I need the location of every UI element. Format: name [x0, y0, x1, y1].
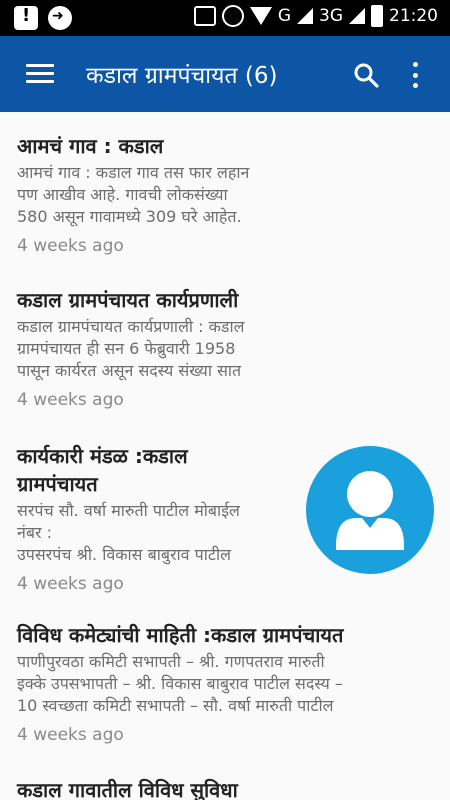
list-item[interactable]: कडाल ग्रामपंचायत कार्यप्रणाली कडाल ग्राम… [17, 286, 437, 410]
status-notifications [14, 5, 72, 30]
list-item[interactable]: आमचं गाव : कडाल आमचं गाव : कडाल गाव तस फ… [17, 132, 437, 256]
wifi-icon [249, 7, 272, 25]
post-title: कडाल ग्रामपंचायत कार्यप्रणाली [17, 288, 239, 312]
list-item[interactable]: विविध कमेट्यांची माहिती :कडाल ग्रामपंचाय… [17, 621, 447, 745]
post-title: विविध कमेट्यांची माहिती :कडाल ग्रामपंचाय… [17, 623, 344, 647]
list-item[interactable]: कडाल गावातील विविध सुविधा [17, 776, 437, 800]
status-indicators: G 3G 21:20 [193, 5, 438, 27]
post-excerpt: कडाल ग्रामपंचायत कार्यप्रणाली : कडाल ग्र… [17, 317, 245, 380]
status-bar: G 3G 21:20 [0, 0, 450, 36]
list-item[interactable]: कार्यकारी मंडळ :कडाल ग्रामपंचायत सरपंच स… [17, 442, 297, 594]
post-time: 4 weeks ago [17, 390, 124, 410]
search-icon[interactable] [353, 62, 379, 88]
post-list[interactable]: आमचं गाव : कडाल आमचं गाव : कडाल गाव तस फ… [0, 112, 450, 800]
alarm-icon [221, 5, 244, 27]
network-type: G [277, 6, 291, 26]
post-time: 4 weeks ago [17, 725, 124, 745]
post-time: 4 weeks ago [17, 574, 124, 594]
avatar-icon[interactable] [306, 446, 434, 574]
signal-icon [297, 8, 313, 24]
post-excerpt: आमचं गाव : कडाल गाव तस फार लहान पण आखीव … [17, 163, 250, 226]
status-time: 21:20 [389, 6, 438, 26]
app-bar: कडाल ग्रामपंचायत (6) [0, 36, 450, 112]
battery-icon [371, 5, 383, 27]
cast-icon [193, 6, 216, 26]
post-title: कार्यकारी मंडळ :कडाल ग्रामपंचायत [17, 444, 188, 496]
post-excerpt: पाणीपुरवठा कमिटी सभापती – श्री. गणपतराव … [17, 652, 343, 715]
signal-icon-2 [349, 8, 365, 24]
menu-icon[interactable] [26, 64, 54, 84]
post-title: आमचं गाव : कडाल [17, 134, 164, 158]
alert-icon [14, 5, 38, 30]
app-notification-icon [48, 6, 72, 30]
more-options-icon[interactable] [408, 62, 422, 88]
page-title: कडाल ग्रामपंचायत (6) [86, 63, 278, 89]
network-type-2: 3G [319, 6, 343, 26]
post-time: 4 weeks ago [17, 236, 124, 256]
post-title: कडाल गावातील विविध सुविधा [17, 778, 238, 800]
post-excerpt: सरपंच सौ. वर्षा मारुती पाटील मोबाईल नंबर… [17, 501, 240, 564]
